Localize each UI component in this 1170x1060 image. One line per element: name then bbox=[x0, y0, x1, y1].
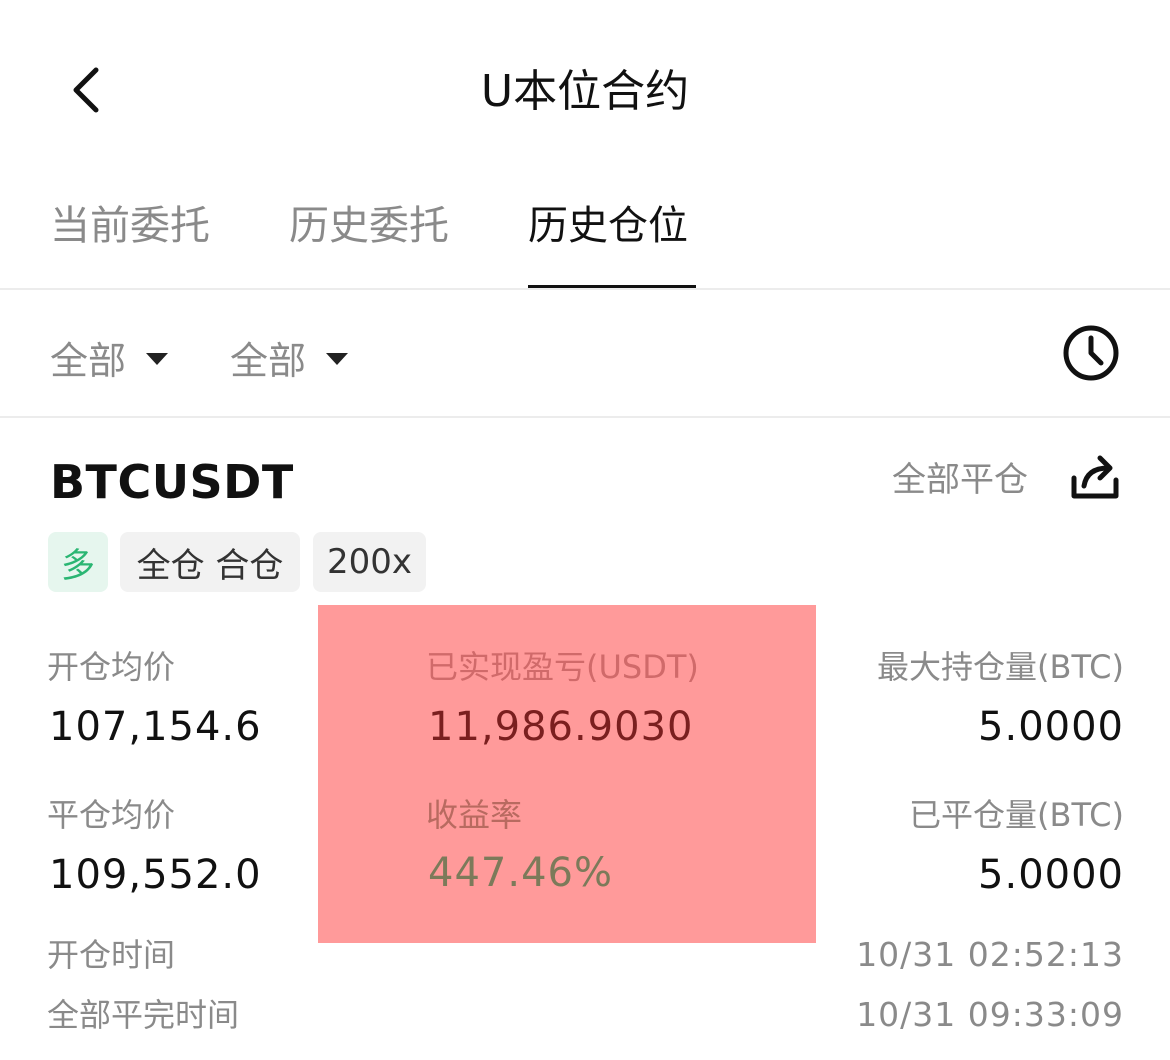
max-hold-label: 最大持仓量(BTC) bbox=[877, 648, 1124, 686]
share-icon bbox=[1071, 455, 1119, 499]
close-all-button[interactable]: 全部平仓 bbox=[892, 458, 1028, 502]
close-time-label: 全部平完时间 bbox=[47, 996, 240, 1034]
filter-divider bbox=[0, 416, 1170, 418]
roi-value: 447.46% bbox=[428, 850, 613, 896]
tab-position-history[interactable]: 历史仓位 bbox=[528, 200, 688, 252]
position-symbol: BTCUSDT bbox=[50, 455, 294, 509]
filter-dropdown-1-label: 全部 bbox=[50, 338, 127, 383]
realized-pnl-value: 11,986.9030 bbox=[428, 704, 694, 750]
tabs-divider bbox=[0, 288, 1170, 290]
tab-order-history[interactable]: 历史委托 bbox=[289, 200, 449, 252]
filter-dropdown-2-label: 全部 bbox=[230, 338, 307, 383]
tab-current-orders[interactable]: 当前委托 bbox=[50, 200, 210, 252]
closed-qty-value: 5.0000 bbox=[978, 852, 1124, 898]
open-avg-price-value: 107,154.6 bbox=[49, 704, 262, 750]
direction-tag: 多 bbox=[48, 532, 108, 592]
realized-pnl-label: 已实现盈亏(USDT) bbox=[426, 648, 699, 686]
open-time-label: 开仓时间 bbox=[47, 936, 176, 974]
close-time-value: 10/31 09:33:09 bbox=[856, 995, 1124, 1034]
closed-qty-label: 已平仓量(BTC) bbox=[909, 796, 1124, 834]
time-filter-button[interactable] bbox=[1062, 324, 1120, 382]
max-hold-value: 5.0000 bbox=[978, 704, 1124, 750]
open-time-value: 10/31 02:52:13 bbox=[856, 935, 1124, 974]
margin-mode-tag: 全仓 合仓 bbox=[120, 532, 300, 592]
leverage-tag: 200x bbox=[313, 532, 426, 592]
clock-icon bbox=[1063, 325, 1119, 381]
page-title: U本位合约 bbox=[480, 66, 690, 117]
close-avg-price-value: 109,552.0 bbox=[49, 852, 262, 898]
caret-down-icon bbox=[146, 353, 169, 365]
caret-down-icon bbox=[326, 353, 349, 365]
filter-dropdown-1[interactable]: 全部 bbox=[50, 332, 169, 383]
open-avg-price-label: 开仓均价 bbox=[47, 648, 176, 686]
close-avg-price-label: 平仓均价 bbox=[47, 796, 176, 834]
share-button[interactable] bbox=[1068, 450, 1122, 504]
roi-label: 收益率 bbox=[426, 796, 523, 834]
filter-dropdown-2[interactable]: 全部 bbox=[230, 332, 349, 383]
